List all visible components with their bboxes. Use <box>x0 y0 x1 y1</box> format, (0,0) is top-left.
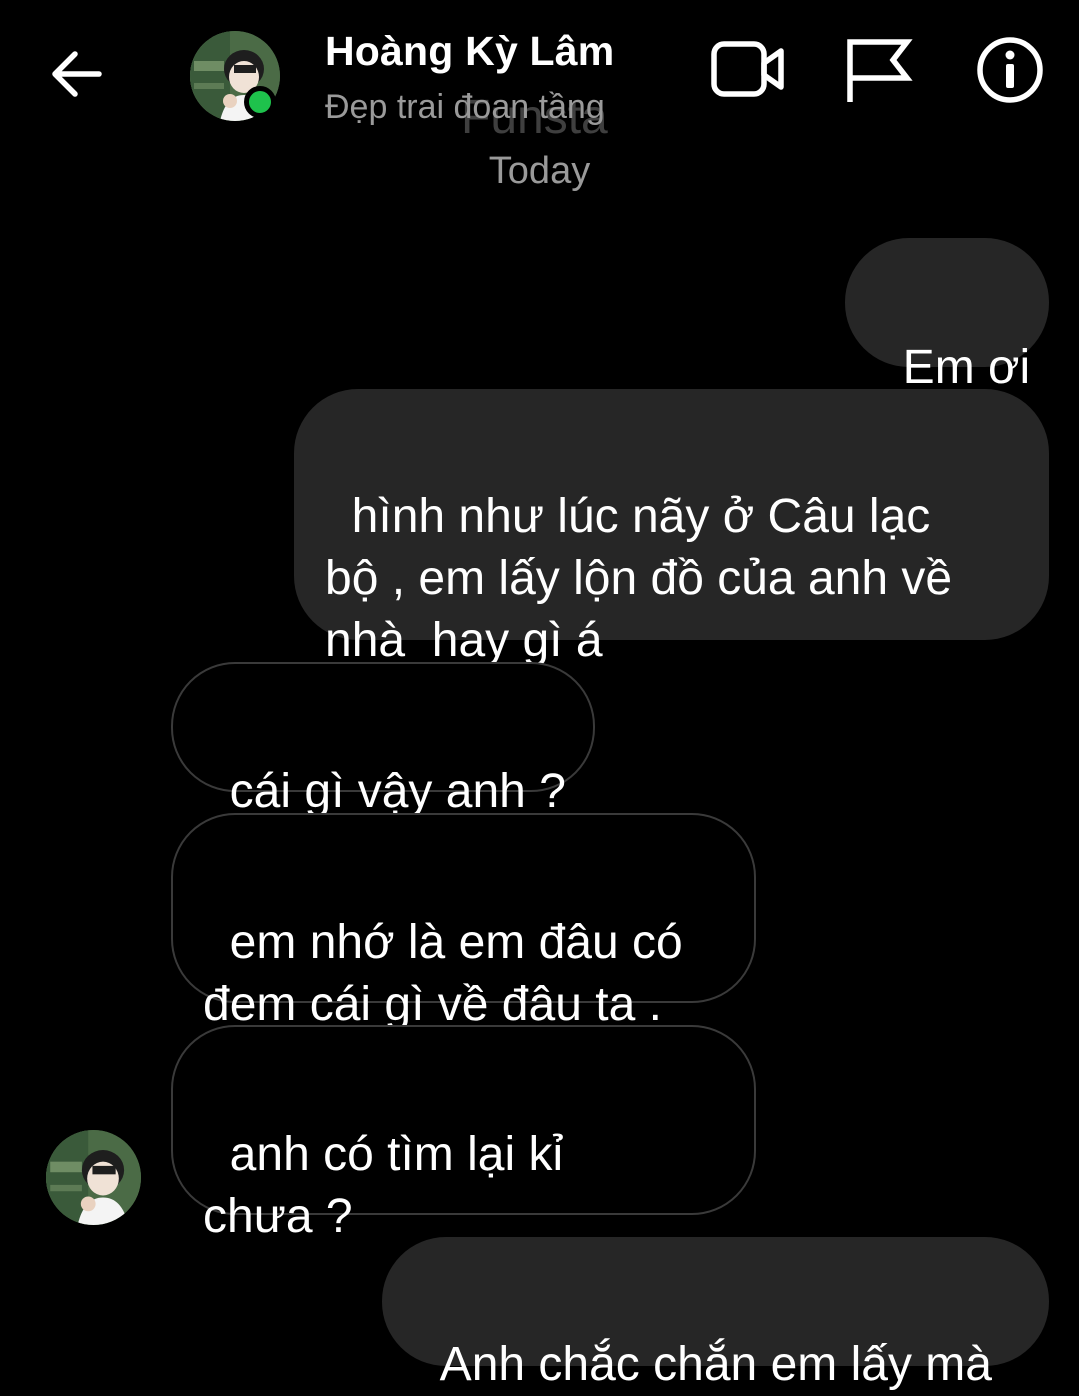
date-separator: Today <box>488 150 591 192</box>
video-call-button[interactable] <box>710 34 786 110</box>
message-text: hình như lúc nãy ở Câu lạc bộ , em lấy l… <box>325 490 953 667</box>
contact-name[interactable]: Hoàng Kỳ Lâm <box>325 28 614 75</box>
online-status-dot <box>244 86 276 118</box>
message-bubble-incoming[interactable]: cái gì vậy anh ? <box>171 662 595 818</box>
message-bubble-outgoing[interactable]: Anh chắc chắn em lấy mà <box>382 1237 1049 1391</box>
message-text: anh có tìm lại kỉ chưa ? <box>203 1128 564 1243</box>
message-text: em nhớ là em đâu có đem cái gì về đâu ta… <box>203 916 683 1031</box>
flag-icon <box>843 36 913 109</box>
info-button[interactable] <box>972 34 1048 110</box>
message-text: Anh chắc chắn em lấy mà <box>439 1338 992 1391</box>
message-bubble-incoming[interactable]: anh có tìm lại kỉ chưa ? <box>171 1025 756 1243</box>
arrow-left-icon <box>49 50 103 103</box>
message-text: cái gì vậy anh ? <box>229 765 566 818</box>
contact-status: Đẹp trai đoan tầng <box>325 88 605 126</box>
sender-avatar[interactable] <box>46 1130 141 1225</box>
message-bubble-incoming[interactable]: em nhớ là em đâu có đem cái gì về đâu ta… <box>171 813 756 1031</box>
message-bubble-outgoing[interactable]: Em ơi <box>845 238 1049 394</box>
back-button[interactable] <box>40 40 112 112</box>
message-bubble-outgoing[interactable]: hình như lúc nãy ở Câu lạc bộ , em lấy l… <box>294 389 1049 667</box>
video-camera-icon <box>711 39 785 106</box>
info-circle-icon <box>976 36 1044 109</box>
report-flag-button[interactable] <box>840 34 916 110</box>
message-text: Em ơi <box>902 341 1031 394</box>
